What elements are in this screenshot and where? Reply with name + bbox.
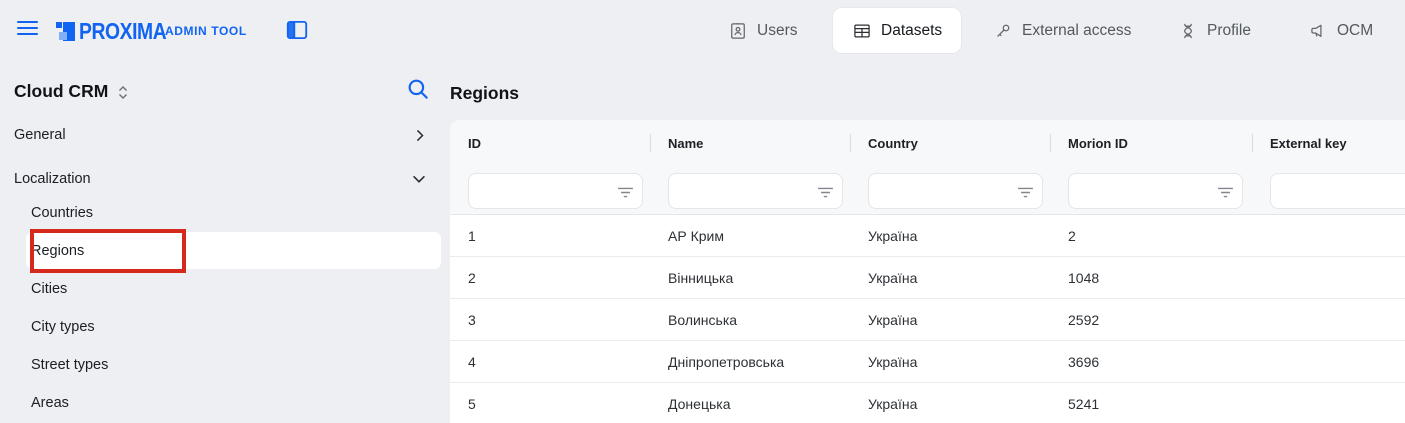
sidebar-item-city-types[interactable]: City types bbox=[0, 308, 441, 346]
nav-item-users[interactable]: Users bbox=[728, 0, 797, 62]
nav-item-label: OCM bbox=[1337, 22, 1373, 40]
table-cell: 3696 bbox=[1050, 341, 1252, 382]
table-cell: 1 bbox=[450, 215, 650, 256]
nav-item-label: Users bbox=[757, 22, 797, 40]
table-cell: АР Крим bbox=[650, 215, 850, 256]
sidebar-item-label: Street types bbox=[31, 357, 108, 373]
brand-name: PROXIMA bbox=[79, 18, 151, 45]
column-header-id[interactable]: ID bbox=[450, 120, 650, 167]
filter-lines-icon[interactable] bbox=[1217, 186, 1234, 199]
filter-lines-icon[interactable] bbox=[817, 186, 834, 199]
table-icon bbox=[852, 21, 872, 41]
table-cell: 3 bbox=[450, 299, 650, 340]
table-cell: 5 bbox=[450, 383, 650, 423]
chevron-down-icon bbox=[411, 171, 427, 187]
sidebar: Cloud CRM General Localization Countries R… bbox=[0, 62, 441, 423]
nav-item-ocm[interactable]: OCM bbox=[1308, 0, 1373, 62]
panel-toggle-icon[interactable] bbox=[284, 17, 310, 43]
sidebar-group-localization[interactable]: Localization bbox=[0, 160, 441, 198]
search-icon[interactable] bbox=[404, 76, 432, 104]
sidebar-item-street-types[interactable]: Street types bbox=[0, 346, 441, 384]
sidebar-group-general[interactable]: General bbox=[0, 116, 441, 154]
table-body: 1АР КримУкраїна22ВінницькаУкраїна10483Во… bbox=[450, 215, 1405, 423]
table-row[interactable]: 5ДонецькаУкраїна5241 bbox=[450, 383, 1405, 423]
nav-item-datasets[interactable]: Datasets bbox=[833, 8, 961, 53]
sidebar-item-cities[interactable]: Cities bbox=[0, 270, 441, 308]
page-title: Regions bbox=[450, 74, 519, 112]
sidebar-group-label: Localization bbox=[14, 171, 91, 187]
filter-lines-icon[interactable] bbox=[1017, 186, 1034, 199]
table-cell: Україна bbox=[850, 299, 1050, 340]
nav-item-label: External access bbox=[1022, 22, 1131, 40]
filter-cell-name bbox=[650, 167, 850, 214]
table-row[interactable]: 4ДніпропетровськаУкраїна3696 bbox=[450, 341, 1405, 383]
filter-lines-icon[interactable] bbox=[617, 186, 634, 199]
id-badge-icon bbox=[728, 21, 748, 41]
sidebar-group-label: General bbox=[14, 127, 66, 143]
table-row[interactable]: 2ВінницькаУкраїна1048 bbox=[450, 257, 1405, 299]
table-cell: 2 bbox=[1050, 215, 1252, 256]
updown-icon bbox=[117, 84, 129, 101]
table-cell: 4 bbox=[450, 341, 650, 382]
table-cell: 2 bbox=[450, 257, 650, 298]
table-filter-row bbox=[450, 167, 1405, 215]
table-cell: Донецька bbox=[650, 383, 850, 423]
proxima-logo-icon bbox=[56, 22, 75, 41]
nav-item-profile[interactable]: Profile bbox=[1178, 0, 1251, 62]
table-cell: Україна bbox=[850, 215, 1050, 256]
brand-suffix: ADMIN TOOL bbox=[165, 24, 247, 38]
table-cell: Україна bbox=[850, 257, 1050, 298]
filter-cell-country bbox=[850, 167, 1050, 214]
brand-logo: PROXIMA ADMIN TOOL bbox=[56, 14, 247, 48]
chevron-right-icon bbox=[412, 128, 427, 143]
sidebar-item-areas[interactable]: Areas bbox=[0, 384, 441, 422]
table-cell: Дніпропетровська bbox=[650, 341, 850, 382]
sidebar-item-countries[interactable]: Countries bbox=[0, 194, 441, 232]
filter-input-external-key[interactable] bbox=[1270, 173, 1405, 209]
sidebar-item-label: Countries bbox=[31, 205, 93, 221]
sidebar-item-label: City types bbox=[31, 319, 95, 335]
nav-item-label: Profile bbox=[1207, 22, 1251, 40]
filter-cell-id bbox=[450, 167, 650, 214]
table-row[interactable]: 3ВолинськаУкраїна2592 bbox=[450, 299, 1405, 341]
table-row[interactable]: 1АР КримУкраїна2 bbox=[450, 215, 1405, 257]
table-cell: Україна bbox=[850, 383, 1050, 423]
project-name: Cloud CRM bbox=[14, 81, 108, 102]
dna-icon bbox=[1178, 21, 1198, 41]
column-header-external-key[interactable]: External key bbox=[1252, 120, 1405, 167]
key-icon bbox=[993, 21, 1013, 41]
sidebar-item-label: Cities bbox=[31, 281, 67, 297]
table-header-row: IDNameCountryMorion IDExternal key bbox=[450, 120, 1405, 167]
table-cell bbox=[1252, 383, 1405, 423]
table-cell bbox=[1252, 341, 1405, 382]
nav-item-external-access[interactable]: External access bbox=[993, 0, 1131, 62]
table-cell: Україна bbox=[850, 341, 1050, 382]
table-cell: Волинська bbox=[650, 299, 850, 340]
regions-table: IDNameCountryMorion IDExternal key 1АР К… bbox=[450, 120, 1405, 423]
table-cell: 1048 bbox=[1050, 257, 1252, 298]
topbar: PROXIMA ADMIN TOOL Users Datasets External… bbox=[0, 0, 1405, 62]
column-header-name[interactable]: Name bbox=[650, 120, 850, 167]
project-selector[interactable]: Cloud CRM bbox=[14, 72, 129, 110]
table-cell: 2592 bbox=[1050, 299, 1252, 340]
sidebar-item-label: Areas bbox=[31, 395, 69, 411]
table-cell: Вінницька bbox=[650, 257, 850, 298]
filter-cell-morion-id bbox=[1050, 167, 1252, 214]
table-cell bbox=[1252, 299, 1405, 340]
table-cell: 5241 bbox=[1050, 383, 1252, 423]
menu-icon[interactable] bbox=[17, 21, 38, 35]
filter-cell-external-key bbox=[1252, 167, 1405, 214]
megaphone-icon bbox=[1308, 21, 1328, 41]
column-header-country[interactable]: Country bbox=[850, 120, 1050, 167]
table-cell bbox=[1252, 257, 1405, 298]
table-cell bbox=[1252, 215, 1405, 256]
column-header-morion-id[interactable]: Morion ID bbox=[1050, 120, 1252, 167]
sidebar-item-regions[interactable]: Regions bbox=[0, 232, 441, 270]
nav-item-label: Datasets bbox=[881, 22, 942, 40]
sidebar-item-label: Regions bbox=[31, 243, 84, 259]
